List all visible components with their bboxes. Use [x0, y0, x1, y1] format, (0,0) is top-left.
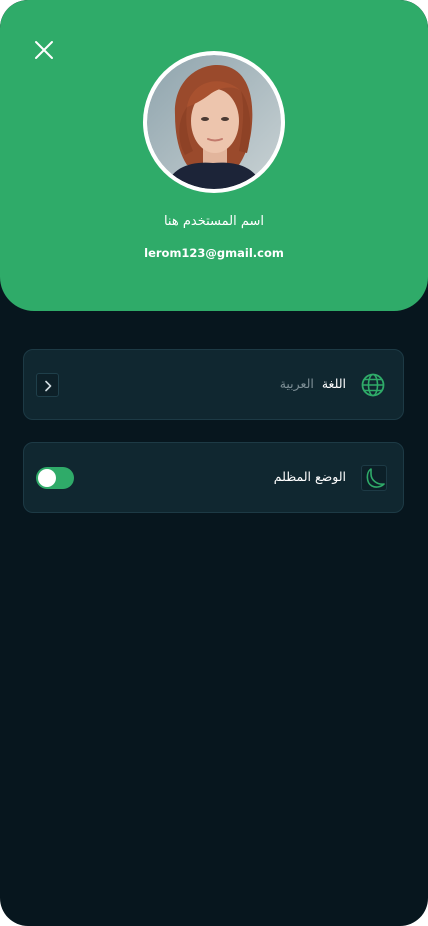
user-name: اسم المستخدم هنا	[163, 214, 265, 229]
globe-icon	[361, 373, 385, 397]
moon-icon	[366, 468, 385, 488]
language-setting[interactable]: اللغة العربية	[23, 349, 404, 420]
language-open-button[interactable]	[36, 373, 59, 397]
avatar-image	[147, 55, 281, 189]
dark-mode-label: الوضع المظلم	[273, 469, 346, 484]
dark-mode-toggle[interactable]	[36, 467, 74, 489]
language-label-row: اللغة العربية	[280, 376, 346, 391]
language-value: العربية	[279, 376, 314, 391]
close-button[interactable]	[32, 38, 56, 62]
language-label: اللغة	[321, 376, 346, 391]
moon-icon-box	[361, 465, 387, 491]
toggle-knob	[38, 469, 56, 487]
profile-screen: اسم المستخدم هنا lerom123@gmail.com اللغ…	[0, 0, 428, 926]
chevron-left-icon	[45, 380, 52, 392]
avatar	[143, 51, 285, 193]
close-icon	[35, 41, 53, 59]
user-email: lerom123@gmail.com	[144, 246, 284, 260]
profile-header: اسم المستخدم هنا lerom123@gmail.com	[0, 0, 428, 311]
dark-mode-setting: الوضع المظلم	[23, 442, 404, 513]
